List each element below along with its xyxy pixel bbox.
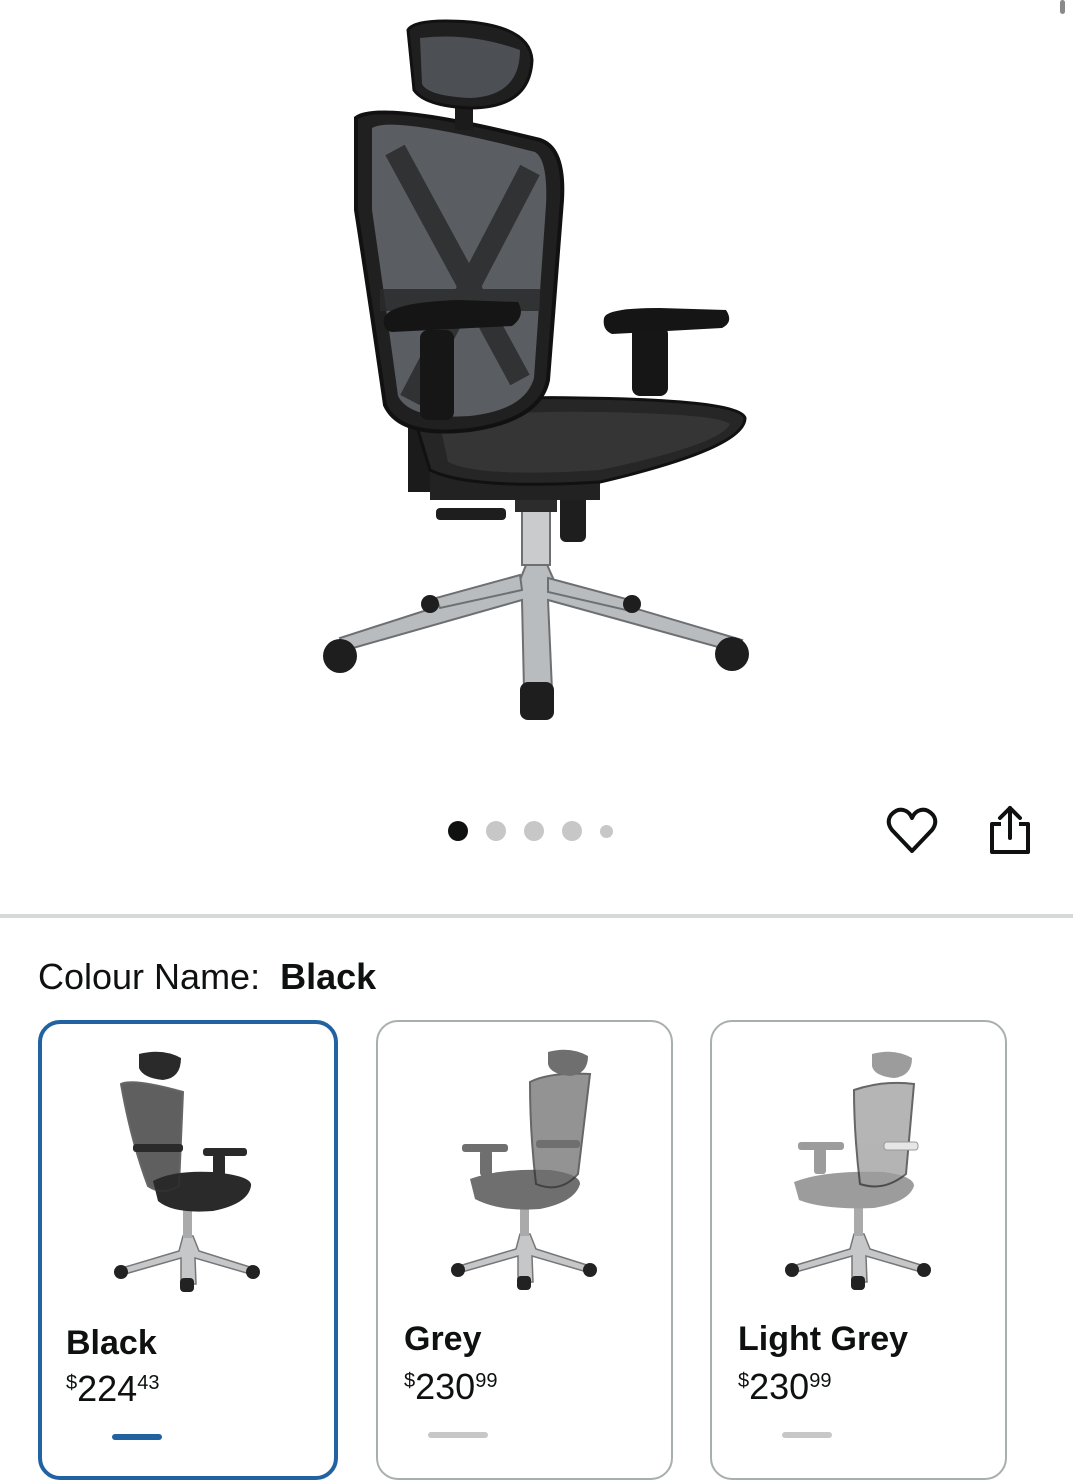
swatch-availability-indicator (408, 1432, 518, 1438)
price-fraction: 43 (137, 1372, 160, 1394)
product-image[interactable] (0, 0, 1073, 740)
carousel-dot-2[interactable] (486, 821, 506, 841)
swatch-price: $22443 (66, 1368, 159, 1410)
share-button[interactable] (982, 802, 1038, 858)
colour-name-value: Black (280, 956, 377, 997)
colour-name-label: Colour Name: (38, 956, 261, 997)
chair-thumbnail-icon (784, 1051, 931, 1290)
chair-thumbnail-icon (450, 1049, 597, 1290)
colour-name-row: Colour Name: Black (38, 957, 376, 997)
colour-swatch-light-grey[interactable]: Light Grey $23099 (710, 1020, 1007, 1480)
swatch-availability-indicator (742, 1432, 852, 1438)
price-currency: $ (738, 1370, 750, 1392)
colour-swatch-grey[interactable]: Grey $23099 (376, 1020, 673, 1480)
chair-thumbnail-icon (114, 1051, 260, 1292)
price-whole: 230 (415, 1366, 476, 1407)
add-to-list-button[interactable] (884, 803, 940, 859)
carousel-dot-4[interactable] (562, 821, 582, 841)
carousel-dot-3[interactable] (524, 821, 544, 841)
section-divider (0, 914, 1073, 918)
share-icon (990, 806, 1030, 854)
price-fraction: 99 (475, 1370, 498, 1392)
price-currency: $ (66, 1372, 78, 1394)
heart-icon (886, 807, 938, 853)
office-chair-image (323, 19, 749, 720)
price-fraction: 99 (809, 1370, 832, 1392)
swatch-price: $23099 (738, 1366, 831, 1408)
swatch-name: Black (66, 1324, 157, 1362)
swatch-availability-indicator (72, 1434, 182, 1440)
carousel-dot-5[interactable] (600, 824, 613, 838)
colour-swatch-black[interactable]: Black $22443 (38, 1020, 338, 1480)
price-whole: 230 (749, 1366, 810, 1407)
price-whole: 224 (77, 1368, 138, 1409)
swatch-price: $23099 (404, 1366, 497, 1408)
swatch-name: Grey (404, 1320, 482, 1358)
swatch-name: Light Grey (738, 1320, 909, 1358)
carousel-dot-1[interactable] (448, 821, 468, 841)
price-currency: $ (404, 1370, 416, 1392)
carousel-dots[interactable] (448, 821, 613, 841)
